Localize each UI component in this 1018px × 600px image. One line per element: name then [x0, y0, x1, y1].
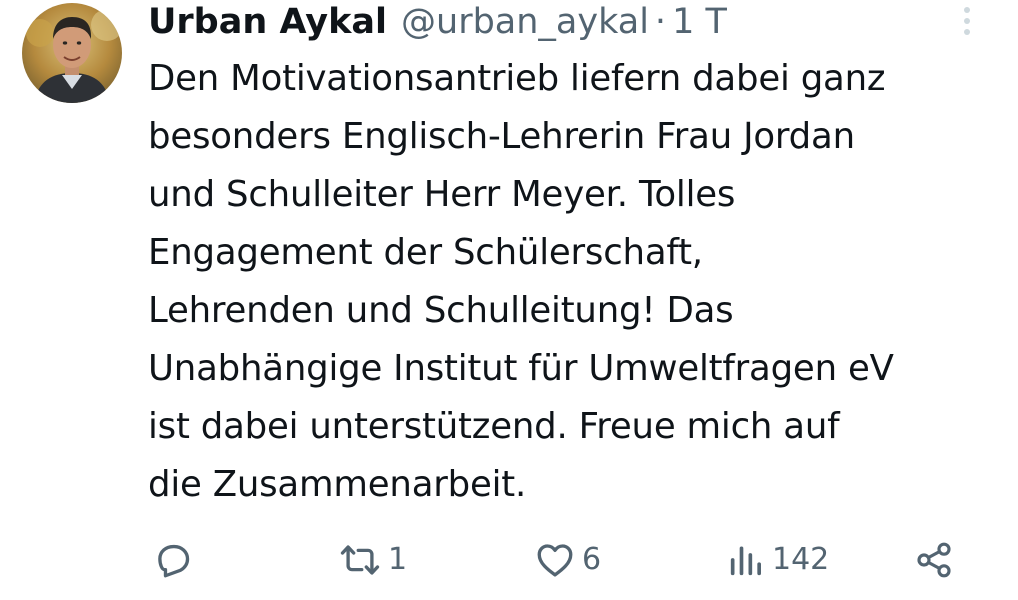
tweet: Urban Aykal @urban_aykal · 1 T Den Motiv…: [0, 0, 1018, 600]
more-vertical-icon[interactable]: [950, 4, 984, 38]
share-button[interactable]: [914, 532, 954, 588]
repost-button[interactable]: 1: [338, 532, 407, 588]
author-handle[interactable]: @urban_aykal: [401, 0, 649, 44]
tweet-header: Urban Aykal @urban_aykal · 1 T: [148, 0, 727, 44]
timestamp[interactable]: 1 T: [672, 0, 727, 44]
author-name[interactable]: Urban Aykal: [148, 0, 387, 44]
repost-icon: [338, 539, 382, 581]
views-button[interactable]: 142: [726, 532, 829, 588]
avatar[interactable]: [22, 3, 122, 103]
tweet-text: Den Motivationsantrieb liefern dabei gan…: [148, 58, 894, 505]
reply-icon: [152, 539, 194, 581]
like-button[interactable]: 6: [534, 532, 601, 588]
reply-button[interactable]: [152, 532, 200, 588]
repost-count: 1: [388, 542, 408, 577]
like-count: 6: [582, 542, 602, 577]
separator-dot: ·: [654, 2, 667, 42]
avatar-image: [22, 3, 122, 103]
view-count: 142: [772, 542, 830, 577]
share-icon: [914, 539, 954, 581]
views-icon: [726, 539, 766, 581]
action-bar: 1 6 142: [148, 532, 968, 588]
heart-icon: [534, 539, 576, 581]
